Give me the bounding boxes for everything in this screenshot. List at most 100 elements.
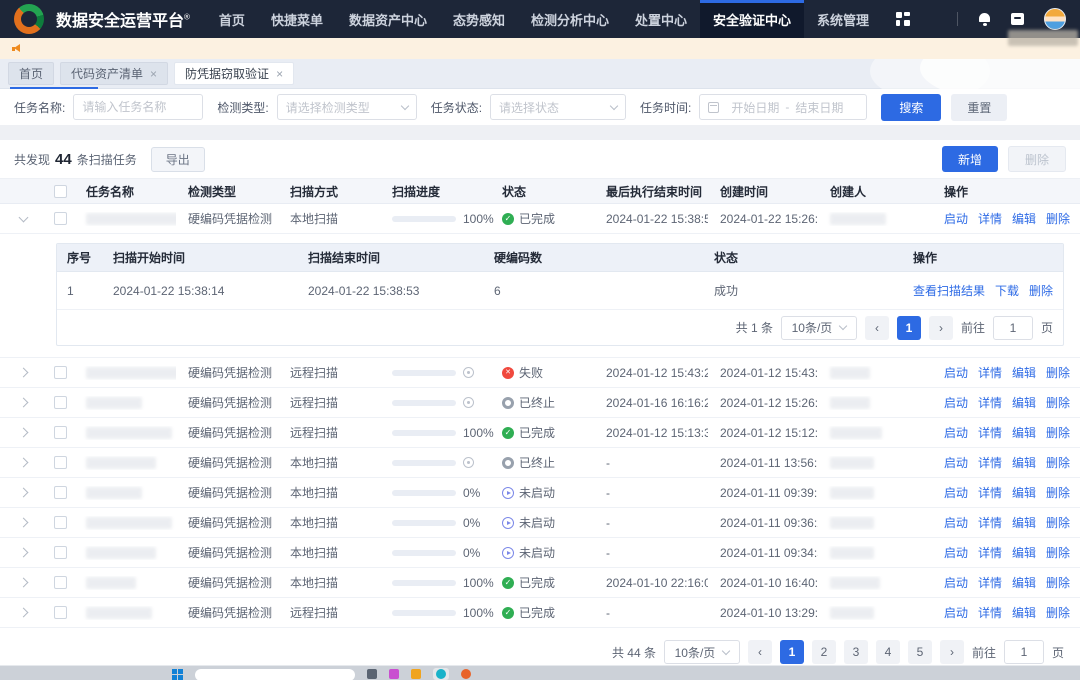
sub-action-link-查看扫描结果[interactable]: 查看扫描结果 [913, 284, 985, 298]
expand-chevron-icon[interactable] [18, 428, 28, 438]
row-checkbox[interactable] [54, 516, 67, 529]
table-row[interactable]: 硬编码凭据检测 远程扫描 100% 已完成 2024-01-12 15:13:3… [0, 418, 1080, 448]
action-link-编辑[interactable]: 编辑 [1012, 426, 1036, 440]
action-link-删除[interactable]: 删除 [1046, 576, 1070, 590]
action-link-详情[interactable]: 详情 [978, 606, 1002, 620]
expand-chevron-icon[interactable] [18, 578, 28, 588]
action-link-删除[interactable]: 删除 [1046, 366, 1070, 380]
action-link-编辑[interactable]: 编辑 [1012, 456, 1036, 470]
menu-item-6[interactable]: 安全验证中心 [700, 0, 804, 38]
action-link-删除[interactable]: 删除 [1046, 546, 1070, 560]
action-link-删除[interactable]: 删除 [1046, 426, 1070, 440]
expand-chevron-icon[interactable] [18, 608, 28, 618]
search-button[interactable]: 搜索 [881, 94, 941, 121]
row-checkbox[interactable] [54, 366, 67, 379]
row-checkbox[interactable] [54, 486, 67, 499]
delete-button[interactable]: 删除 [1008, 146, 1066, 172]
table-row[interactable]: 硬编码凭据检测 本地扫描 0% 未启动 - 2024-01-11 09:34:5… [0, 538, 1080, 568]
action-link-启动[interactable]: 启动 [944, 456, 968, 470]
date-range-picker[interactable]: 开始日期 - 结束日期 [699, 94, 867, 120]
expand-chevron-icon[interactable] [18, 212, 28, 222]
action-link-启动[interactable]: 启动 [944, 212, 968, 226]
avatar[interactable] [1044, 8, 1066, 30]
next-page-button[interactable]: › [929, 316, 953, 340]
action-link-详情[interactable]: 详情 [978, 486, 1002, 500]
sub-action-link-下载[interactable]: 下载 [995, 284, 1019, 298]
table-row[interactable]: 硬编码凭据检测 本地扫描 100% 已完成 2024-01-22 15:38:5… [0, 204, 1080, 234]
action-link-编辑[interactable]: 编辑 [1012, 396, 1036, 410]
page-size-select[interactable]: 10条/页 [664, 640, 740, 664]
table-row[interactable]: 硬编码凭据检测 本地扫描 100% 已完成 2024-01-10 22:16:0… [0, 568, 1080, 598]
goto-page-input[interactable] [993, 316, 1033, 340]
taskbar-app-icon[interactable] [389, 669, 399, 679]
table-row[interactable]: 硬编码凭据检测 远程扫描 100% 已完成 - 2024-01-10 13:29… [0, 598, 1080, 628]
action-link-编辑[interactable]: 编辑 [1012, 366, 1036, 380]
action-link-启动[interactable]: 启动 [944, 396, 968, 410]
table-row[interactable]: 硬编码凭据检测 本地扫描 0% 未启动 - 2024-01-11 09:39:1… [0, 478, 1080, 508]
action-link-编辑[interactable]: 编辑 [1012, 486, 1036, 500]
table-row[interactable]: 硬编码凭据检测 本地扫描 已终止 - 2024-01-11 13:56:11 启… [0, 448, 1080, 478]
action-link-编辑[interactable]: 编辑 [1012, 516, 1036, 530]
action-link-编辑[interactable]: 编辑 [1012, 606, 1036, 620]
add-button[interactable]: 新增 [942, 146, 998, 172]
reset-button[interactable]: 重置 [951, 94, 1007, 121]
expand-chevron-icon[interactable] [18, 488, 28, 498]
page-button-1[interactable]: 1 [897, 316, 921, 340]
taskbar-app-icon[interactable] [411, 669, 421, 679]
action-link-详情[interactable]: 详情 [978, 426, 1002, 440]
action-link-详情[interactable]: 详情 [978, 456, 1002, 470]
action-link-详情[interactable]: 详情 [978, 516, 1002, 530]
action-link-启动[interactable]: 启动 [944, 606, 968, 620]
page-button-1[interactable]: 1 [780, 640, 804, 664]
action-link-编辑[interactable]: 编辑 [1012, 576, 1036, 590]
action-link-编辑[interactable]: 编辑 [1012, 546, 1036, 560]
row-checkbox[interactable] [54, 546, 67, 559]
sub-action-link-删除[interactable]: 删除 [1029, 284, 1053, 298]
page-button-4[interactable]: 4 [876, 640, 900, 664]
action-link-详情[interactable]: 详情 [978, 366, 1002, 380]
page-button-5[interactable]: 5 [908, 640, 932, 664]
menu-item-2[interactable]: 数据资产中心 [336, 0, 440, 38]
action-link-详情[interactable]: 详情 [978, 212, 1002, 226]
select-all-checkbox[interactable] [54, 185, 67, 198]
action-link-详情[interactable]: 详情 [978, 396, 1002, 410]
detect-type-select[interactable]: 请选择检测类型 [277, 94, 417, 120]
page-size-select[interactable]: 10条/页 [781, 316, 857, 340]
table-row[interactable]: 硬编码凭据检测 远程扫描 已终止 2024-01-16 16:16:27 202… [0, 388, 1080, 418]
taskbar-app-icon[interactable] [461, 669, 471, 679]
menu-item-7[interactable]: 系统管理 [804, 0, 882, 38]
close-icon[interactable]: × [150, 68, 157, 80]
row-checkbox[interactable] [54, 396, 67, 409]
windows-start-icon[interactable] [172, 669, 183, 680]
taskbar-active-app[interactable] [433, 668, 449, 680]
close-icon[interactable]: × [276, 68, 283, 80]
expand-chevron-icon[interactable] [18, 458, 28, 468]
action-link-启动[interactable]: 启动 [944, 486, 968, 500]
table-row[interactable]: 硬编码凭据检测 远程扫描 失败 2024-01-12 15:43:22 2024… [0, 358, 1080, 388]
row-checkbox[interactable] [54, 212, 67, 225]
action-link-详情[interactable]: 详情 [978, 546, 1002, 560]
menu-item-1[interactable]: 快捷菜单 [258, 0, 336, 38]
action-link-删除[interactable]: 删除 [1046, 456, 1070, 470]
next-page-button[interactable]: › [940, 640, 964, 664]
expand-chevron-icon[interactable] [18, 398, 28, 408]
page-button-3[interactable]: 3 [844, 640, 868, 664]
taskbar-search-input[interactable] [195, 669, 355, 680]
menu-item-0[interactable]: 首页 [206, 0, 258, 38]
tab-1[interactable]: 代码资产清单× [60, 62, 168, 85]
row-checkbox[interactable] [54, 426, 67, 439]
action-link-编辑[interactable]: 编辑 [1012, 212, 1036, 226]
action-link-启动[interactable]: 启动 [944, 546, 968, 560]
action-link-启动[interactable]: 启动 [944, 576, 968, 590]
table-row[interactable]: 硬编码凭据检测 本地扫描 0% 未启动 - 2024-01-11 09:36:2… [0, 508, 1080, 538]
task-name-input[interactable] [73, 94, 203, 120]
action-link-删除[interactable]: 删除 [1046, 212, 1070, 226]
prev-page-button[interactable]: ‹ [865, 316, 889, 340]
menu-item-4[interactable]: 检测分析中心 [518, 0, 622, 38]
row-checkbox[interactable] [54, 456, 67, 469]
action-link-删除[interactable]: 删除 [1046, 486, 1070, 500]
menu-item-3[interactable]: 态势感知 [440, 0, 518, 38]
tab-2[interactable]: 防凭据窃取验证× [174, 62, 294, 85]
action-link-启动[interactable]: 启动 [944, 366, 968, 380]
page-button-2[interactable]: 2 [812, 640, 836, 664]
